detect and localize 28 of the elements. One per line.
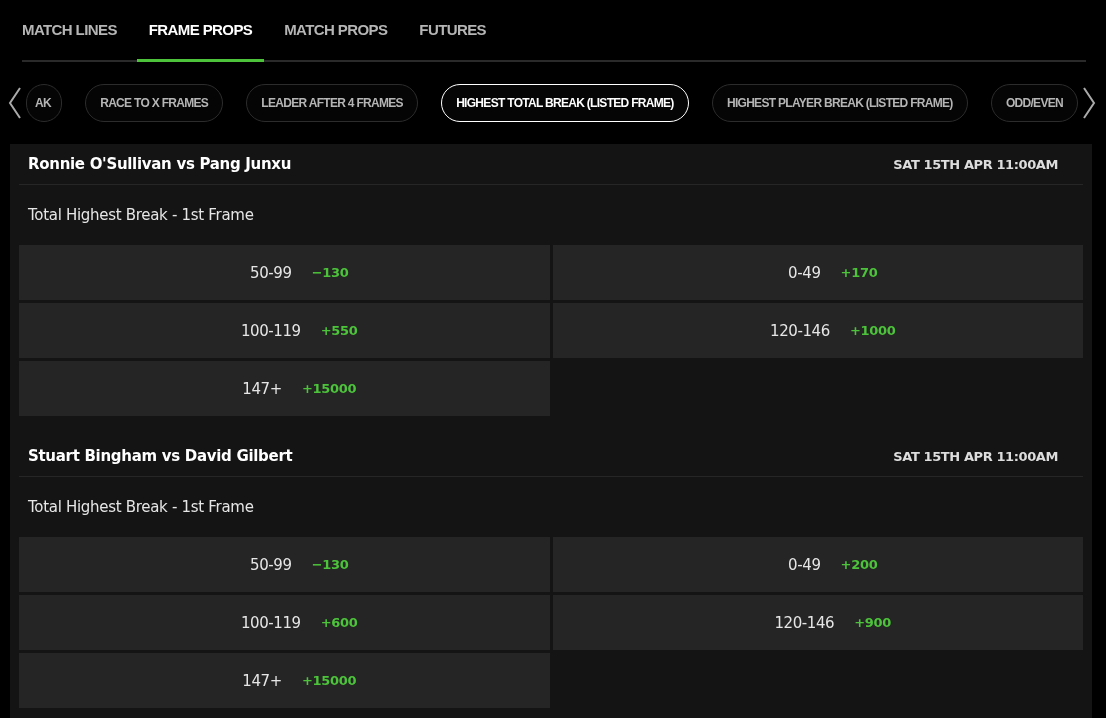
odds-button[interactable]: 50-99 −130 [19,537,550,592]
odds-button[interactable]: 100-119 +550 [19,303,550,358]
odds-button[interactable]: 100-119 +600 [19,595,550,650]
market-filter-pill[interactable]: ODD/EVEN [990,84,1078,122]
market-title: Total Highest Break - 1st Frame [27,497,255,518]
nav-tab[interactable]: FRAME PROPS [136,0,265,62]
nav-tab[interactable]: FUTURES [419,0,486,62]
odds-button[interactable]: 147+ +15000 [19,653,550,708]
market-filter-pill[interactable]: HIGHEST TOTAL BREAK (LISTED FRAME) [441,84,689,122]
market-filter-pill[interactable]: LEADER AFTER 4 FRAMES [246,84,418,122]
nav-tab[interactable]: MATCH PROPS [284,0,388,62]
chevron-right-icon[interactable] [1082,87,1096,119]
market-filter-pill[interactable]: RACE TO X FRAMES [85,84,224,122]
odds-button[interactable]: 120-146 +900 [552,595,1083,650]
odds-button[interactable]: 0-49 +170 [552,245,1083,300]
odds-button[interactable]: 147+ +15000 [19,361,550,416]
match-title: Stuart Bingham vs David Gilbert [28,447,293,465]
match-time: SAT 15TH APR 11:00AM [893,156,1058,172]
match-time: SAT 15TH APR 11:00AM [893,448,1058,464]
odds-button[interactable]: 120-146 +1000 [552,303,1083,358]
chevron-left-icon[interactable] [8,87,22,119]
odds-button[interactable]: 50-99 −130 [19,245,550,300]
nav-tab[interactable]: MATCH LINES [22,0,117,62]
match-title: Ronnie O'Sullivan vs Pang Junxu [28,155,292,173]
odds-button[interactable]: 0-49 +200 [552,537,1083,592]
market-filter-pill[interactable]: AK [26,84,62,122]
market-filter-pill[interactable]: HIGHEST PLAYER BREAK (LISTED FRAME) [711,84,968,122]
market-title: Total Highest Break - 1st Frame [27,205,255,226]
